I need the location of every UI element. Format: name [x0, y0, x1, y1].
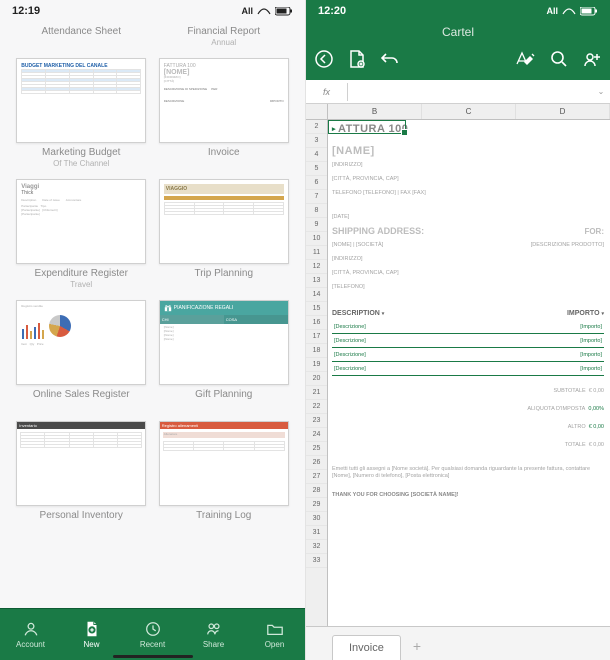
folder-icon: [266, 620, 284, 638]
sheet-cells[interactable]: ▸ATTURA 100 [NAME] [INDIRIZZO] [CITTÀ, P…: [328, 120, 610, 626]
status-icons: All: [241, 6, 293, 16]
doc-title: Cartel: [306, 22, 610, 42]
search-button[interactable]: [550, 50, 568, 73]
app-header: 12:20 All Cartel: [306, 0, 610, 80]
template-expenditure-register[interactable]: ViaggiThickDescriptionDate of issueAmmon…: [14, 179, 149, 294]
time: 12:20: [318, 5, 346, 17]
template-online-sales[interactable]: Registro vendite Item Qty Price Online S…: [14, 300, 149, 415]
template-invoice[interactable]: FATTURA 100[NOME][INDIRIZZO][CITTÀ]DESCR…: [156, 58, 291, 173]
nav-recent[interactable]: Recent: [122, 609, 183, 660]
cell-selection: [328, 120, 406, 134]
row-headers: 2345678910111213141516171819202122232425…: [306, 120, 328, 626]
new-file-icon: [83, 620, 101, 638]
template-marketing-budget[interactable]: BUDGET MARKETING DEL CANALE Marketing Bu…: [14, 58, 149, 173]
status-bar-left: 12:19 All: [0, 0, 305, 22]
share-icon: [205, 620, 223, 638]
fx-label: fx: [306, 83, 348, 101]
chevron-down-icon[interactable]: ⌄: [592, 87, 610, 96]
col-b[interactable]: B: [328, 104, 422, 119]
template-gift-planning[interactable]: PIANIFICAZIONE REGALICHICOSA[Nome][Nome]…: [156, 300, 291, 415]
format-button[interactable]: [514, 50, 536, 73]
back-button[interactable]: [314, 49, 334, 74]
nav-account[interactable]: Account: [0, 609, 61, 660]
template-training-log[interactable]: Registro allenamentiAllenatore Training …: [156, 421, 291, 536]
status-icons: All: [546, 6, 598, 16]
template-personal-inventory[interactable]: Inventario Personal Inventory: [14, 421, 149, 536]
template-trip-planning[interactable]: VIAGGIO Trip Planning: [156, 179, 291, 294]
formula-bar[interactable]: fx ⌄: [306, 80, 610, 104]
sheet-tab-invoice[interactable]: Invoice: [332, 635, 401, 660]
home-indicator: [113, 655, 193, 658]
nav-new[interactable]: New: [61, 609, 122, 660]
column-headers: B C D: [306, 104, 610, 120]
add-sheet-button[interactable]: +: [401, 632, 433, 660]
recent-icon: [144, 620, 162, 638]
bottom-nav: Account New Recent Share Open: [0, 608, 305, 660]
template-attendance-sheet[interactable]: Attendance Sheet: [14, 22, 149, 52]
time: 12:19: [12, 5, 40, 17]
status-bar-right: 12:20 All: [306, 0, 610, 22]
template-financial-report[interactable]: Financial ReportAnnual: [156, 22, 291, 52]
share-button[interactable]: [582, 50, 602, 73]
undo-button[interactable]: [380, 51, 400, 72]
nav-share[interactable]: Share: [183, 609, 244, 660]
account-icon: [22, 620, 40, 638]
col-c[interactable]: C: [422, 104, 516, 119]
sheet-tab-bar: Invoice +: [306, 626, 610, 660]
template-gallery: Attendance Sheet Financial ReportAnnual …: [0, 22, 305, 608]
new-doc-button[interactable]: [348, 49, 366, 74]
nav-open[interactable]: Open: [244, 609, 305, 660]
col-d[interactable]: D: [516, 104, 610, 119]
